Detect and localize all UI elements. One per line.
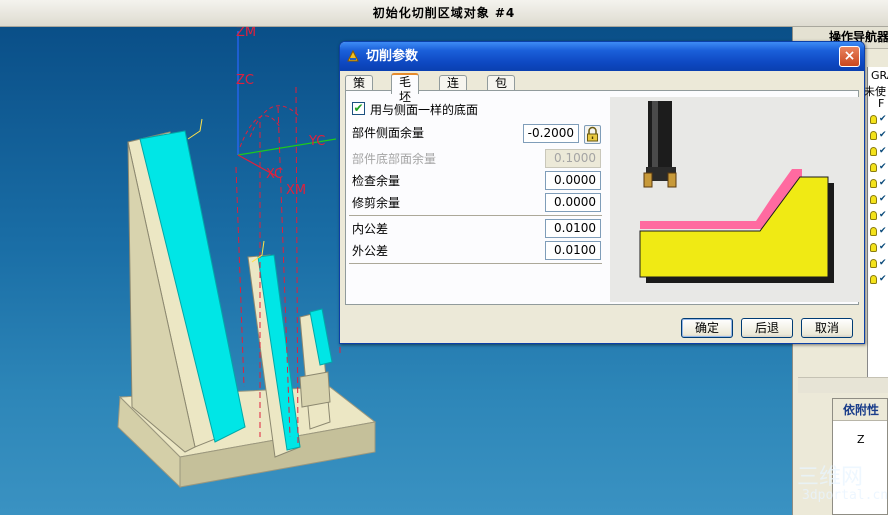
- check-icon: ✔: [879, 210, 887, 220]
- yc-axis-label: YC: [309, 134, 326, 149]
- bulb-icon: [870, 179, 877, 188]
- watermark-text: 3dportal.cn: [802, 488, 888, 503]
- check-icon: ✔: [879, 146, 887, 156]
- xm-axis-label: XM: [286, 183, 307, 198]
- nav-item[interactable]: F: [878, 97, 884, 110]
- check-icon: ✔: [879, 226, 887, 236]
- check-icon: ✔: [879, 114, 887, 124]
- dependency-item[interactable]: Z: [857, 433, 865, 446]
- same-floor-checkbox[interactable]: ✔: [352, 102, 365, 115]
- cut-parameters-dialog: 切削参数 × 策略 毛坯 连接 包容 ✔ 用与侧面一样的底面 部件侧面余量 -0…: [339, 41, 865, 344]
- xc-axis-label: XC: [266, 167, 284, 182]
- trim-stock-input[interactable]: 0.0000: [545, 193, 601, 212]
- stock-tab-page: ✔ 用与侧面一样的底面 部件侧面余量 -0.2000 部件底部面余量 0.100…: [345, 90, 860, 305]
- outtol-label: 外公差: [352, 244, 389, 258]
- check-icon: ✔: [879, 162, 887, 172]
- nav-item[interactable]: GRAP: [871, 69, 888, 82]
- bulb-icon: [870, 227, 877, 236]
- dialog-body: 策略 毛坯 连接 包容 ✔ 用与侧面一样的底面 部件侧面余量 -0.2000 部…: [343, 71, 861, 341]
- operation-navigator-tree[interactable]: GRAP 未使 F ✔ ✔ ✔ ✔ ✔ ✔ ✔ ✔ ✔ ✔ ✔: [864, 67, 888, 377]
- ok-button[interactable]: 确定: [681, 318, 733, 338]
- lock-button[interactable]: [584, 125, 601, 144]
- dialog-app-icon: [347, 49, 359, 62]
- bulb-icon: [870, 195, 877, 204]
- close-button[interactable]: ×: [839, 46, 860, 67]
- cancel-button[interactable]: 取消: [801, 318, 853, 338]
- outtol-input[interactable]: 0.0100: [545, 241, 601, 260]
- check-icon: ✔: [879, 194, 887, 204]
- bulb-icon: [870, 275, 877, 284]
- dependency-title: 依附性: [833, 399, 887, 421]
- check-icon: ✔: [879, 242, 887, 252]
- dialog-title: 切削参数: [366, 49, 419, 64]
- bulb-icon: [870, 243, 877, 252]
- part-side-stock-label: 部件侧面余量: [352, 126, 425, 140]
- site-logo: 三维网: [797, 465, 863, 490]
- bulb-icon: [870, 131, 877, 140]
- bulb-icon: [870, 115, 877, 124]
- window-title: 初始化切削区域对象 #4: [0, 0, 888, 27]
- check-stock-label: 检查余量: [352, 174, 401, 188]
- tab-stock[interactable]: 毛坯: [391, 73, 420, 104]
- separator: [349, 215, 602, 216]
- bulb-icon: [870, 147, 877, 156]
- check-icon: ✔: [879, 130, 887, 140]
- check-icon: ✔: [879, 258, 887, 268]
- part-floor-stock-label: 部件底部面余量: [352, 152, 437, 166]
- lock-icon: [587, 126, 598, 142]
- trim-stock-label: 修剪余量: [352, 196, 401, 210]
- bulb-icon: [870, 163, 877, 172]
- dialog-titlebar[interactable]: 切削参数 ×: [340, 42, 864, 71]
- bulb-icon: [870, 259, 877, 268]
- intol-label: 内公差: [352, 222, 389, 236]
- separator: [349, 263, 602, 264]
- part-side-stock-input[interactable]: -0.2000: [523, 124, 579, 143]
- check-icon: ✔: [879, 274, 887, 284]
- check-stock-input[interactable]: 0.0000: [545, 171, 601, 190]
- intol-input[interactable]: 0.0100: [545, 219, 601, 238]
- back-button[interactable]: 后退: [741, 318, 793, 338]
- check-icon: ✔: [879, 178, 887, 188]
- svg-text:三维网: 三维网: [797, 465, 863, 490]
- tool-body: [648, 101, 672, 169]
- stock-preview-image: [610, 97, 860, 302]
- navigator-horizontal-scrollbar[interactable]: [798, 377, 888, 393]
- zm-axis-label: ZM: [236, 27, 257, 40]
- part-floor-stock-input: 0.1000: [545, 149, 601, 168]
- zc-axis-label: ZC: [236, 73, 254, 88]
- bulb-icon: [870, 211, 877, 220]
- same-floor-label: 用与侧面一样的底面: [370, 103, 479, 117]
